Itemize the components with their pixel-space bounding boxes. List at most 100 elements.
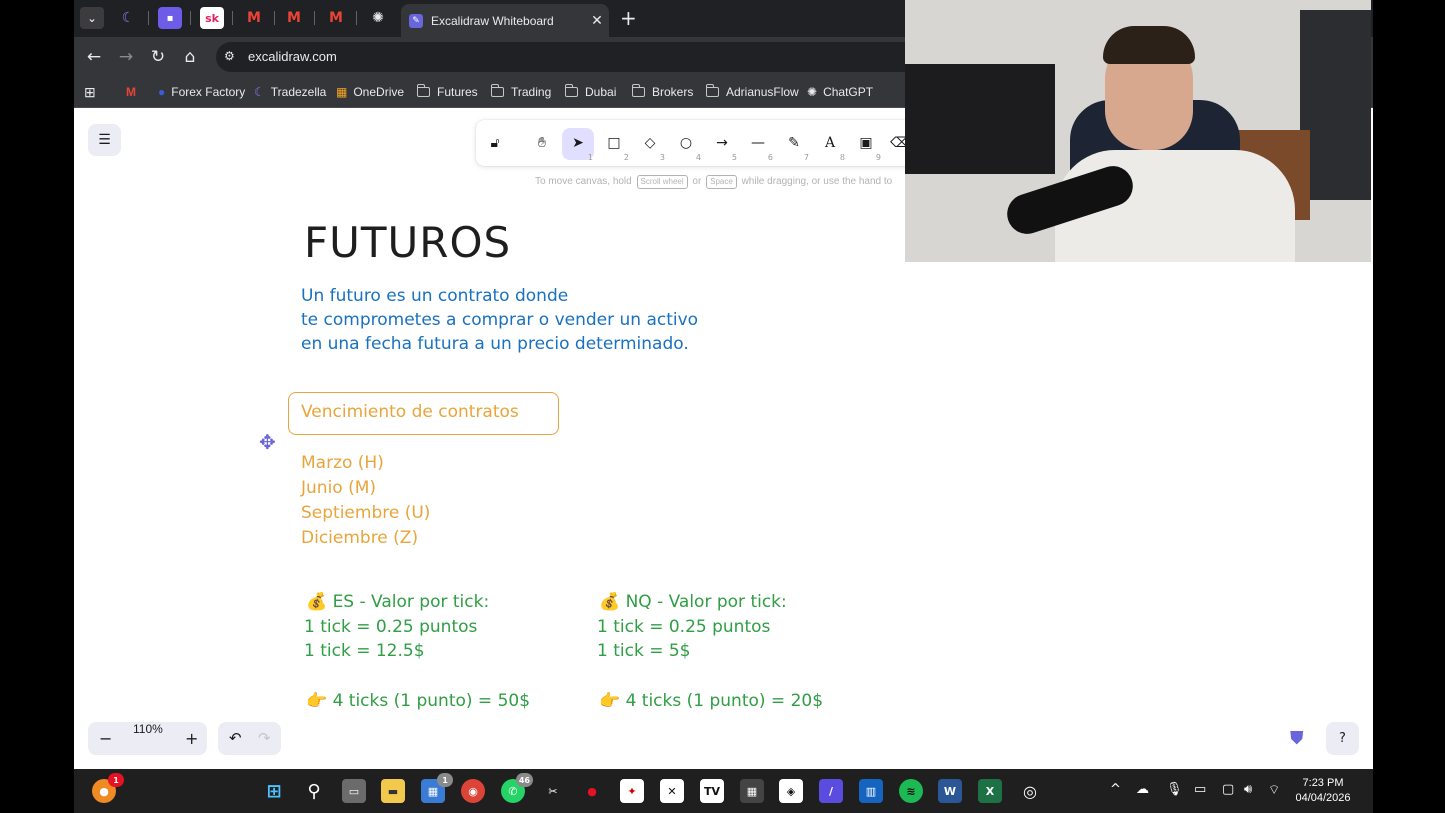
definition-line-3[interactable]: en una fecha futura a un precio determin… [301,334,689,354]
tab-favicon-gmail-1[interactable]: M [242,7,266,29]
close-tab-icon[interactable]: ✕ [585,13,609,29]
selection-tool-icon[interactable]: ➤ 1 [562,128,594,162]
tab-excalidraw[interactable]: ✎ Excalidraw Whiteboard ✕ [401,4,609,37]
bookmark-gmail[interactable]: M [126,83,136,101]
tab-favicon-sk[interactable]: sk [200,7,224,29]
bookmark-chatgpt[interactable]: ✺ ChatGPT [807,83,873,101]
word-icon[interactable]: W [938,779,962,803]
wifi-icon[interactable]: ⌔ [1268,782,1280,798]
help-button[interactable]: ? [1326,722,1359,755]
webcam-overlay [905,0,1371,262]
acrobat-icon[interactable]: ✦ [620,779,644,803]
image-tool-icon[interactable]: ▣ 9 [850,128,882,162]
bookmark-forex-factory[interactable]: ● Forex Factory [158,83,245,101]
es-line-2[interactable]: 1 tick = 12.5$ [304,641,425,661]
tab-favicon-chat[interactable]: ▪ [158,7,182,29]
es-header[interactable]: 💰 ES - Valor por tick: [306,592,489,612]
text-tool-icon[interactable]: A8 [814,128,846,162]
zoom-in-button[interactable]: + [185,722,198,755]
windows-taskbar: ● 1 ⊞ ⚲ ▭ ▬ ▦ 1 ◉ ✆ 46 ✂ ● ✦ ✕ TV ▦ ◈ / ▥ ≋… [74,769,1373,813]
recorder-icon[interactable]: ● [580,779,604,803]
line-tool-icon[interactable]: —6 [742,128,774,162]
folder-icon [416,84,430,97]
arrow-tool-icon[interactable]: → 5 [706,128,738,162]
bookmark-tradezella[interactable]: ☾ Tradezella [254,83,326,101]
redo-icon[interactable]: ↷ [258,722,271,755]
forward-button[interactable]: → [114,45,138,69]
volume-icon[interactable]: 🔊︎ [1244,782,1252,797]
task-view-icon[interactable]: ▭ [342,779,366,803]
microphone-icon[interactable]: 🎙︎ [1166,782,1183,797]
nq-summary[interactable]: 👉 4 ticks (1 punto) = 20$ [599,691,823,711]
zoom-out-button[interactable]: − [99,722,112,755]
box-app-icon[interactable]: ◈ [779,779,803,803]
month-junio[interactable]: Junio (M) [301,478,376,498]
bookmark-futures[interactable]: Futures [416,83,478,101]
obsidian-icon[interactable]: / [819,779,843,803]
month-marzo[interactable]: Marzo (H) [301,453,384,473]
es-summary[interactable]: 👉 4 ticks (1 punto) = 50$ [306,691,530,711]
bookmark-onedrive[interactable]: ▦ OneDrive [336,83,404,101]
es-line-1[interactable]: 1 tick = 0.25 puntos [304,617,477,637]
month-septiembre[interactable]: Septiembre (U) [301,503,430,523]
draw-tool-icon[interactable]: ✎ 7 [778,128,810,162]
move-cursor-icon: ✥ [259,430,276,454]
drawing-title[interactable]: FUTUROS [304,218,511,267]
capcut-icon[interactable]: ✕ [660,779,684,803]
tradingview-icon[interactable]: TV [700,779,724,803]
home-button[interactable]: ⌂ [178,45,202,69]
site-settings-icon[interactable]: ⚙ [224,49,235,63]
shield-check-icon[interactable]: ⛊ [1290,728,1304,749]
search-icon[interactable]: ⚲ [302,779,326,803]
display-icon[interactable]: ▢ [1222,782,1234,797]
vencimiento-label[interactable]: Vencimiento de contratos [301,402,519,422]
url-text: excalidraw.com [248,49,337,64]
excel-icon[interactable]: X [978,779,1002,803]
chatgpt-icon: ✺ [807,85,818,99]
start-windows-icon[interactable]: ⊞ [262,779,286,803]
board-app-icon[interactable]: ▥ [859,779,883,803]
whatsapp-icon[interactable]: ✆ 46 [501,773,533,803]
nq-line-1[interactable]: 1 tick = 0.25 puntos [597,617,770,637]
nq-header[interactable]: 💰 NQ - Valor por tick: [599,592,787,612]
store-icon[interactable]: ▦ 1 [421,773,453,803]
definition-line-1[interactable]: Un futuro es un contrato donde [301,286,568,306]
calculator-icon[interactable]: ▦ [740,779,764,803]
tab-favicon-gmail-2[interactable]: M [282,7,306,29]
apps-grid-icon[interactable]: ⊞ [84,83,96,101]
new-tab-button[interactable]: + [620,6,637,30]
reload-button[interactable]: ↻ [146,45,170,69]
show-hidden-icons-icon[interactable]: ^ [1110,782,1121,797]
tab-search-dropdown-icon[interactable]: ⌄ [80,7,104,29]
tab-favicon-gmail-3[interactable]: M [324,7,348,29]
chrome-icon[interactable]: ◉ [461,779,485,803]
tab-favicon-app[interactable]: ☾ [116,7,140,29]
lock-tool-icon[interactable]: 🔓︎ [479,128,511,160]
nq-line-2[interactable]: 1 tick = 5$ [597,641,690,661]
diamond-tool-icon[interactable]: ◇ 3 [634,128,666,162]
file-explorer-icon[interactable]: ▬ [381,779,405,803]
battery-icon[interactable]: ▭ [1194,782,1206,797]
undo-icon[interactable]: ↶ [229,722,242,755]
system-clock[interactable]: 7:23 PM 04/04/2026 [1292,776,1354,806]
bookmark-brokers[interactable]: Brokers [631,83,693,101]
onedrive-icon[interactable]: ☁ [1136,782,1149,797]
zoom-level[interactable]: 110% [133,722,163,736]
back-button[interactable]: ← [82,45,106,69]
main-menu-button[interactable]: ☰ [88,124,121,156]
definition-line-2[interactable]: te comprometes a comprar o vender un act… [301,310,698,330]
folder-icon [490,84,504,97]
firefox-icon[interactable]: ● 1 [92,773,124,803]
bookmark-adrianusflow[interactable]: AdrianusFlow [705,83,799,101]
folder-icon [705,84,719,97]
rectangle-tool-icon[interactable]: □ 2 [598,128,630,162]
obs-icon[interactable]: ◎ [1018,779,1042,803]
bookmark-trading[interactable]: Trading [490,83,551,101]
spotify-icon[interactable]: ≋ [899,779,923,803]
snipping-tool-icon[interactable]: ✂ [541,779,565,803]
bookmark-dubai[interactable]: Dubai [564,83,616,101]
month-diciembre[interactable]: Diciembre (Z) [301,528,418,548]
hand-tool-icon[interactable]: ✋︎ [526,128,558,160]
tab-favicon-chatgpt[interactable]: ✺ [366,7,390,29]
ellipse-tool-icon[interactable]: ○ 4 [670,128,702,162]
